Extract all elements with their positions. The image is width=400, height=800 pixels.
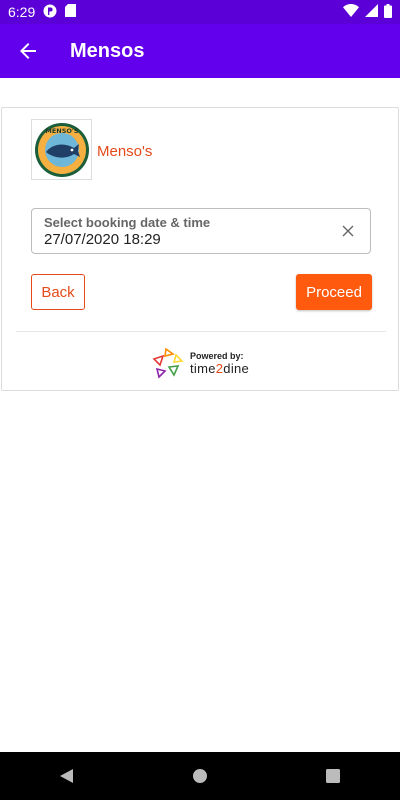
proceed-button[interactable]: Proceed (296, 274, 372, 310)
close-icon[interactable] (340, 223, 356, 239)
booking-field-label: Select booking date & time (44, 215, 211, 230)
powered-by: Powered by: time2dine (152, 345, 249, 384)
status-bar: 6:29 (0, 0, 400, 24)
restaurant-name: Menso's (97, 143, 153, 160)
wifi-icon (343, 4, 359, 20)
back-button[interactable]: Back (31, 274, 85, 310)
status-time: 6:29 (8, 4, 36, 20)
booking-field-value[interactable]: 27/07/2020 18:29 (44, 231, 161, 248)
back-triangle-icon[interactable] (43, 752, 91, 800)
sd-card-icon (65, 4, 77, 20)
brand-name: time2dine (190, 361, 250, 377)
battery-icon (384, 3, 392, 21)
divider (16, 331, 386, 332)
booking-card: MENSO'S Menso's Select booking date & ti… (1, 107, 399, 391)
recents-square-icon[interactable] (309, 752, 357, 800)
app-bar: Mensos (0, 24, 400, 78)
signal-icon (365, 4, 378, 20)
svg-text:MENSO'S: MENSO'S (45, 127, 79, 135)
page-title: Mensos (70, 39, 145, 62)
restaurant-logo: MENSO'S (31, 119, 92, 180)
system-nav-bar (0, 752, 400, 800)
arrow-back-icon[interactable] (0, 24, 56, 78)
home-circle-icon[interactable] (176, 752, 224, 800)
time2dine-logo-icon (152, 345, 186, 384)
notification-icon (43, 4, 57, 21)
booking-datetime-field[interactable]: Select booking date & time 27/07/2020 18… (31, 208, 371, 254)
